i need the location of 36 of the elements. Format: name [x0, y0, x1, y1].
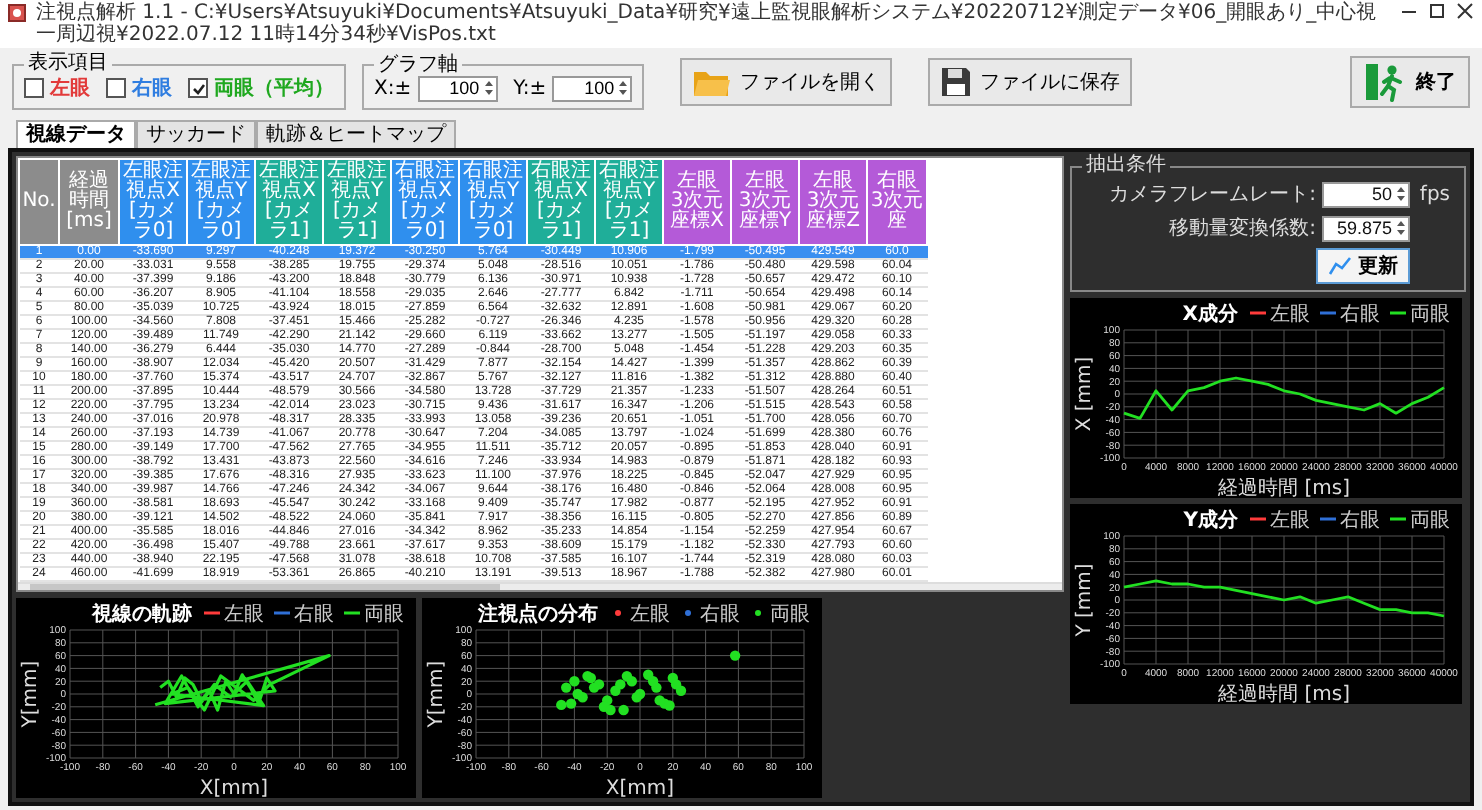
group-title: 抽出条件 [1084, 156, 1168, 176]
chart-title: X成分 [1182, 304, 1238, 326]
legend-label: 両眼 [1410, 510, 1450, 532]
chart-title: 視線の軌跡 [92, 604, 192, 626]
checkbox-label: 両眼（平均） [214, 75, 334, 102]
axis-title: X [mm] [1074, 356, 1096, 432]
checkbox-label: 右眼 [132, 75, 172, 102]
group-title: 表示項目 [26, 54, 110, 74]
legend-label: 両眼 [770, 604, 810, 626]
field-label: X:± [374, 77, 412, 99]
legend-label: 左眼 [630, 604, 670, 626]
field-label: Y:± [513, 77, 547, 99]
chart-title: Y成分 [1183, 510, 1238, 532]
legend-label: 右眼 [294, 604, 334, 626]
axis-title: Y[mm] [426, 660, 448, 728]
axis-title: X[mm] [605, 778, 675, 798]
legend-label: 右眼 [1340, 304, 1380, 326]
axis-title: X[mm] [199, 778, 269, 798]
chart-title: 注視点の分布 [478, 604, 598, 626]
axis-title: 経過時間 [ms] [1218, 478, 1350, 498]
group-title: グラフ軸 [376, 55, 460, 75]
legend-label: 左眼 [1270, 510, 1310, 532]
legend-label: 右眼 [1340, 510, 1380, 532]
legend-label: 左眼 [1270, 304, 1310, 326]
field-label: 移動量変換係数: [1169, 215, 1316, 242]
unit-label: fps [1419, 183, 1450, 205]
axis-title: Y [mm] [1074, 563, 1096, 637]
legend-label: 左眼 [224, 604, 264, 626]
legend-label: 右眼 [700, 604, 740, 626]
legend-label: 両眼 [1410, 304, 1450, 326]
legend-label: 両眼 [364, 604, 404, 626]
window-title: 注視点解析 1.1 - C:¥Users¥Atsuyuki¥Documents¥Atsuyuki_Data¥研究¥遠上監視眼解析システム¥20220712¥測定データ¥06_開眼あり_中心視一周辺視¥2022.07.12 11時14分34秒¥VisPos.txt [36, 2, 1379, 46]
field-label: カメラフレームレート: [1109, 182, 1316, 208]
axis-title: Y[mm] [20, 660, 42, 728]
checkbox-label: 左眼 [50, 75, 90, 102]
axis-title: 経過時間 [ms] [1218, 684, 1350, 704]
